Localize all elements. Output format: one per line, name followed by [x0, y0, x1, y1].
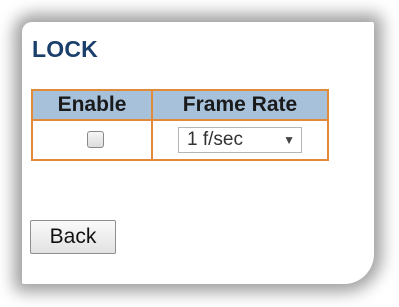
frame-rate-column-header: Frame Rate: [151, 90, 328, 120]
frame-rate-cell: 1 f/sec ▼: [151, 119, 328, 160]
lock-table: Enable Frame Rate 1 f/sec ▼: [31, 89, 329, 161]
enable-column-header: Enable: [32, 90, 152, 120]
table-row: 1 f/sec ▼: [32, 119, 328, 160]
frame-rate-select[interactable]: 1 f/sec ▼: [178, 127, 302, 153]
enable-cell: [32, 119, 152, 160]
page-title: LOCK: [32, 36, 98, 62]
enable-checkbox[interactable]: [86, 131, 104, 149]
back-button-label: Back: [49, 225, 97, 248]
back-button[interactable]: Back: [30, 220, 116, 254]
table-header-row: Enable Frame Rate: [32, 90, 328, 120]
frame-rate-selected-value: 1 f/sec: [187, 129, 243, 150]
chevron-down-icon: ▼: [283, 133, 295, 147]
